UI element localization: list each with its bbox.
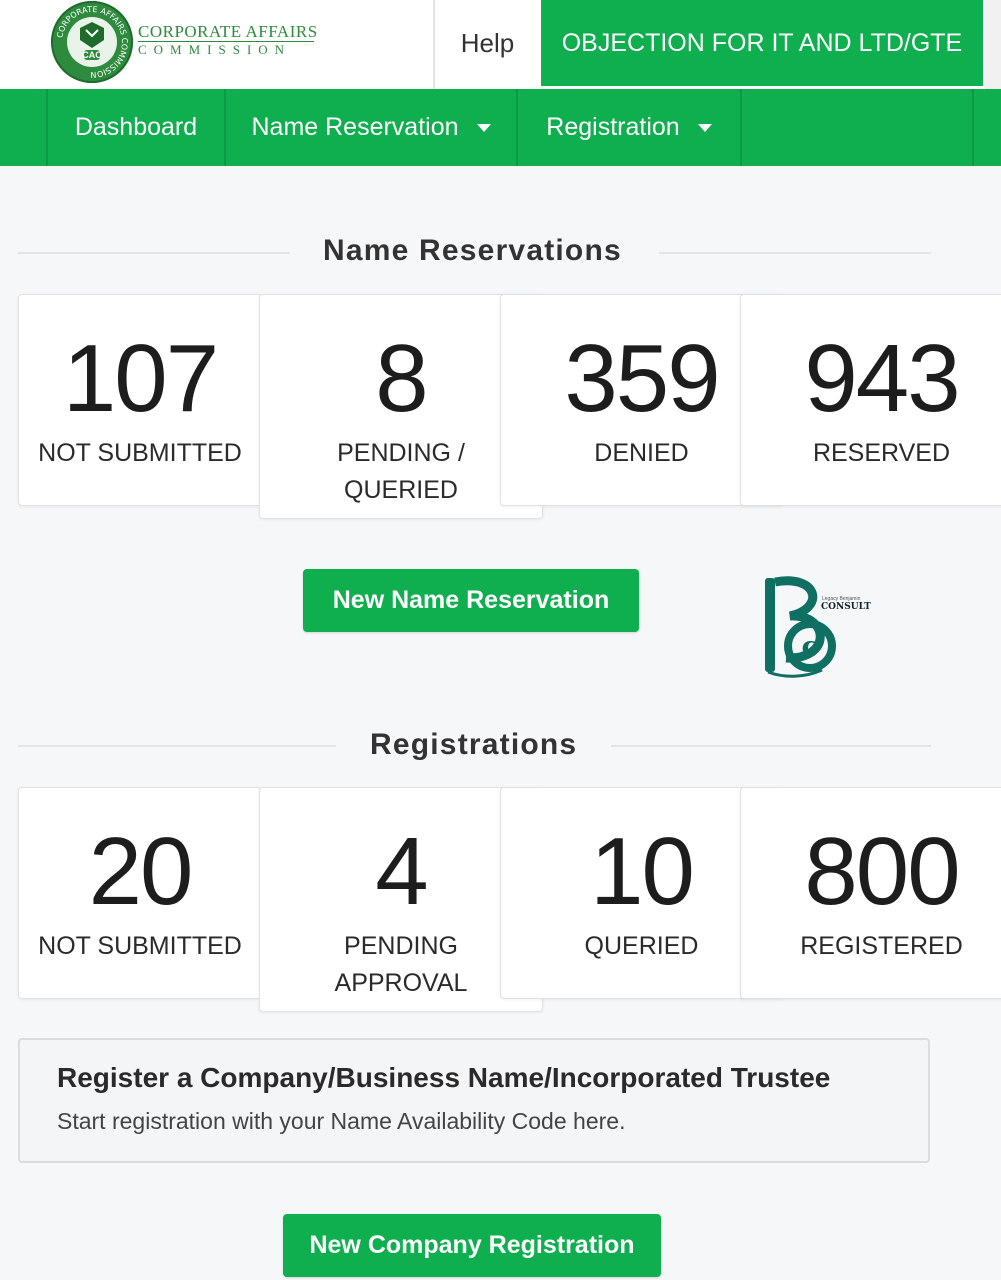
new-name-reservation-button[interactable]: New Name Reservation (303, 569, 639, 632)
main-nav: Dashboard Name Reservation Registration (0, 89, 1001, 166)
stat-value: 800 (804, 818, 960, 925)
new-company-registration-button[interactable]: New Company Registration (283, 1214, 661, 1277)
register-panel-title: Register a Company/Business Name/Incorpo… (57, 1062, 831, 1093)
cac-logo[interactable]: CORPORATE AFFAIRS COMMISSION CAC CORPORA… (48, 0, 318, 86)
stat-value: 20 (88, 818, 194, 925)
stat-card-registered[interactable]: 800 REGISTERED (740, 787, 1001, 999)
stat-value: 943 (804, 325, 960, 432)
register-company-panel[interactable]: Register a Company/Business Name/Incorpo… (18, 1038, 930, 1163)
section-rule (659, 252, 931, 254)
section-rule (18, 252, 290, 254)
section-rule (18, 745, 336, 747)
svg-text:c: c (801, 630, 818, 663)
cac-seal-icon: CORPORATE AFFAIRS COMMISSION CAC (51, 1, 133, 83)
brand-line-2: COMMISSION (138, 42, 292, 57)
top-header: CORPORATE AFFAIRS COMMISSION CAC CORPORA… (0, 0, 1001, 89)
nav-item-label: Registration (546, 113, 680, 141)
consult-watermark-logo-icon: c (765, 576, 836, 678)
stat-card-not-submitted[interactable]: 20 NOT SUBMITTED (18, 787, 262, 999)
stat-label: NOT SUBMITTED (38, 932, 242, 960)
nav-divider (740, 89, 742, 166)
brand-line-1: CORPORATE AFFAIRS (138, 22, 318, 41)
stat-value: 107 (62, 325, 219, 432)
watermark-word: CONSULT (821, 602, 871, 612)
objection-button[interactable]: OBJECTION FOR IT AND LTD/GTE (541, 0, 983, 86)
seal-label: CAC (82, 50, 102, 60)
stat-label: NOT SUBMITTED (38, 439, 242, 467)
stat-label: REGISTERED (800, 932, 963, 960)
register-panel-subtitle: Start registration with your Name Availa… (57, 1108, 626, 1134)
caret-down-icon (476, 123, 491, 132)
stat-label: RESERVED (812, 439, 951, 467)
nav-item-name-reservation[interactable]: Name Reservation (226, 89, 516, 166)
nav-item-registration[interactable]: Registration (518, 89, 740, 166)
registrations-title: Registrations (370, 728, 578, 761)
section-rule (611, 745, 931, 747)
nav-item-dashboard[interactable]: Dashboard (48, 89, 224, 166)
nav-item-label: Dashboard (74, 113, 198, 141)
stat-card-reserved[interactable]: 943 RESERVED (740, 294, 1001, 506)
header-scroll-edge (985, 0, 1001, 89)
nav-item-label: Name Reservation (251, 113, 459, 141)
name-reservations-title: Name Reservations (323, 234, 622, 267)
nav-divider (972, 89, 974, 166)
caret-down-icon (697, 123, 712, 132)
stat-card-not-submitted[interactable]: 107 NOT SUBMITTED (18, 294, 262, 506)
help-link[interactable]: Help (435, 0, 540, 86)
